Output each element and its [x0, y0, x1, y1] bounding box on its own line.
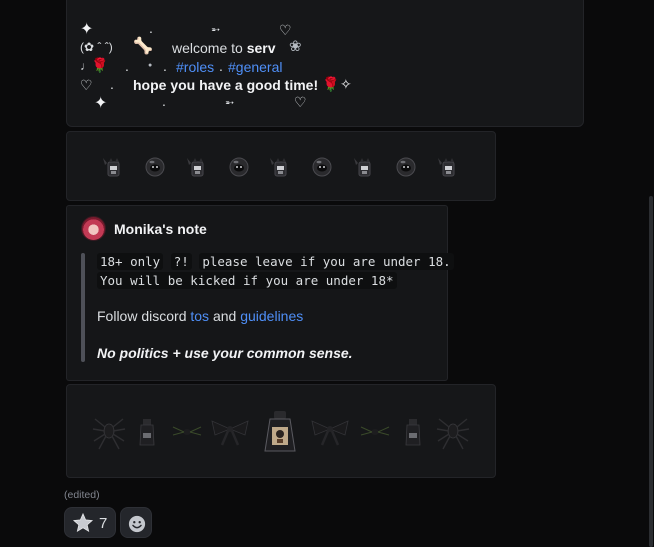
edited-label: (edited)	[64, 489, 100, 501]
dot-separator: .	[163, 58, 167, 74]
politics-rule: No politics + use your common sense.	[97, 345, 353, 361]
kaomoji: (✿ ˆ ˆ)	[80, 40, 113, 54]
spider-icon	[172, 426, 202, 436]
pixel-cat-icon	[437, 157, 455, 177]
dot-separator: .	[162, 93, 166, 109]
smile-icon	[128, 515, 146, 533]
potion-icon	[264, 411, 296, 452]
follow-tos-text: Follow discord tos and guidelines	[97, 308, 304, 324]
rose-icon: 🌹	[91, 57, 109, 73]
add-reaction-button[interactable]	[120, 507, 152, 538]
avatar[interactable]	[81, 216, 106, 241]
message-view: ✦ . ➵ ♡ (✿ ˆ ˆ) 🦴 welcome to serv ❀ ♩ 🌹 …	[0, 0, 654, 547]
bow-icon	[210, 419, 250, 447]
channel-link-general[interactable]: #general	[228, 60, 283, 74]
pixel-cat-icon	[353, 157, 371, 177]
bullet-icon: ●	[148, 62, 153, 69]
welcome-text: welcome to serv	[172, 40, 276, 56]
spider-icon	[436, 418, 470, 450]
scrollbar-thumb[interactable]	[649, 196, 653, 547]
scrollbar[interactable]	[648, 0, 654, 547]
spider-icon	[92, 418, 126, 450]
arrow-icon: ➵	[211, 24, 221, 36]
rose-icon: 🌹	[322, 76, 340, 92]
welcome-card: ✦ . ➵ ♡ (✿ ˆ ˆ) 🦴 welcome to serv ❀ ♩ 🌹 …	[66, 0, 584, 127]
note-author[interactable]: Monika's note	[114, 221, 207, 237]
pixel-bomb-icon	[229, 157, 249, 177]
sparkle-icon: ✦	[94, 95, 108, 112]
emoji-strip-gothic	[66, 384, 496, 478]
bow-icon	[310, 419, 350, 447]
bone-icon: 🦴	[133, 38, 153, 55]
hope-text: hope you have a good time!	[133, 77, 319, 93]
pixel-cat-icon	[102, 157, 120, 177]
pixel-cat-icon	[186, 157, 204, 177]
heart-icon: ♡	[279, 22, 292, 38]
spider-icon	[360, 426, 390, 436]
pixel-bomb-icon	[396, 157, 416, 177]
arrow-icon: ➵	[225, 97, 235, 109]
dot-separator: .	[125, 58, 129, 74]
emoji-strip-cats	[66, 131, 496, 201]
gothic-emoji-row	[92, 411, 470, 452]
channel-link-roles[interactable]: #roles	[176, 60, 214, 74]
kick-warning-line: You will be kicked if you are under 18*	[97, 272, 397, 289]
sparkle-icon: ✦	[80, 21, 94, 38]
pixel-cat-icon	[269, 157, 287, 177]
monika-note-card: Monika's note 18+ only ?! please leave i…	[66, 205, 454, 381]
star-icon	[72, 512, 94, 533]
reaction-count: 7	[99, 515, 108, 532]
age-rule-line: 18+ only ?! please leave if you are unde…	[97, 253, 454, 270]
dot-separator: .	[110, 76, 114, 92]
cat-emoji-row	[102, 157, 455, 177]
dot-separator: .	[149, 20, 153, 36]
heart-icon: ♡	[294, 94, 307, 110]
pixel-bomb-icon	[145, 157, 165, 177]
flower-icon: ❀	[289, 38, 302, 55]
bottle-icon	[139, 418, 155, 446]
sparkle-outline-icon: ✧	[340, 76, 352, 92]
quote-bar	[81, 253, 85, 362]
dot-separator: .	[219, 58, 223, 74]
star-reaction-button[interactable]: 7	[64, 507, 116, 538]
tos-link[interactable]: tos	[190, 308, 209, 324]
bottle-icon	[405, 418, 421, 446]
pixel-bomb-icon	[312, 157, 332, 177]
guidelines-link[interactable]: guidelines	[240, 308, 303, 324]
heart-icon: ♡	[80, 77, 93, 93]
